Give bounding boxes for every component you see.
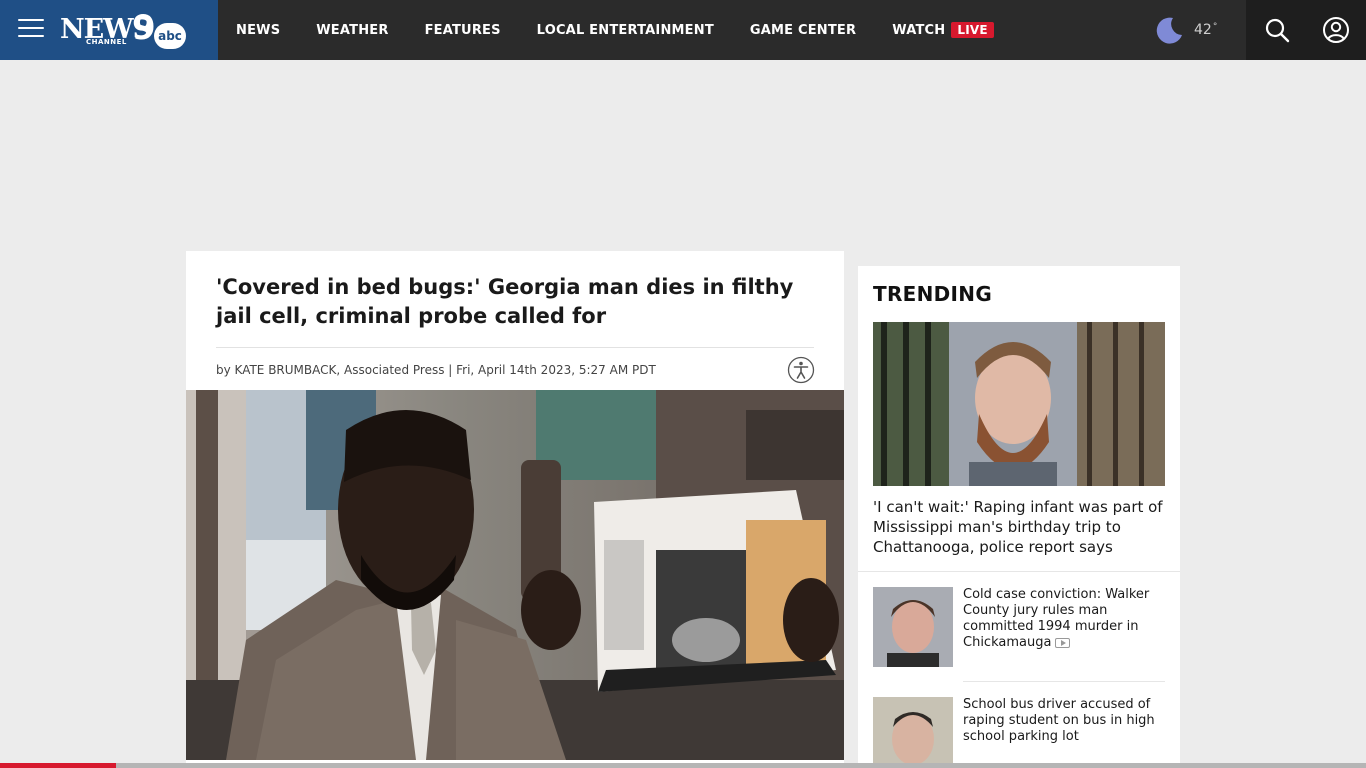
trending-main-image[interactable] xyxy=(873,322,1165,486)
nav-item-features[interactable]: FEATURES xyxy=(425,23,501,38)
temperature-value: 42 xyxy=(1194,22,1212,38)
reading-progress-bar xyxy=(0,763,1366,768)
weather-widget[interactable]: 42° xyxy=(1154,14,1217,46)
trending-main-headline[interactable]: 'I can't wait:' Raping infant was part o… xyxy=(873,497,1165,557)
article-hero-image xyxy=(186,390,844,760)
trending-item-photo xyxy=(873,587,953,667)
nav-item-local-entertainment[interactable]: LOCAL ENTERTAINMENT xyxy=(537,23,714,38)
trending-title: TRENDING xyxy=(873,282,993,306)
nav-item-news[interactable]: NEWS xyxy=(236,23,280,38)
hamburger-icon[interactable] xyxy=(18,19,44,41)
nav-item-watch[interactable]: WATCH LIVE xyxy=(892,22,994,38)
trending-item-thumbnail xyxy=(873,697,953,768)
main-nav: NEWS WEATHER FEATURES LOCAL ENTERTAINMEN… xyxy=(218,0,1012,60)
headline-divider xyxy=(216,347,814,348)
user-icon[interactable] xyxy=(1322,16,1350,44)
video-icon xyxy=(1055,637,1071,648)
temperature: 42° xyxy=(1194,22,1217,38)
moon-icon xyxy=(1156,17,1182,44)
nav-item-weather[interactable]: WEATHER xyxy=(316,23,388,38)
trending-item-thumbnail xyxy=(873,587,953,667)
search-icon[interactable] xyxy=(1264,17,1290,43)
nav-item-watch-label: WATCH xyxy=(892,22,946,38)
logo-channel-text: CHANNEL xyxy=(86,38,127,46)
trending-divider xyxy=(858,571,1180,572)
article-headline: 'Covered in bed bugs:' Georgia man dies … xyxy=(216,275,794,328)
accessibility-icon[interactable] xyxy=(787,356,815,384)
degree-symbol: ° xyxy=(1212,22,1218,32)
trending-item-title: School bus driver accused of raping stud… xyxy=(963,697,1155,744)
logo-network: abc xyxy=(154,23,186,49)
trending-main-photo xyxy=(873,322,1165,486)
nav-item-game-center[interactable]: GAME CENTER xyxy=(750,23,856,38)
article-byline: by KATE BRUMBACK, Associated Press | Fri… xyxy=(216,363,656,377)
reading-progress-fill xyxy=(0,763,117,768)
site-logo[interactable]: NEWS CHANNEL 9 abc xyxy=(60,10,190,50)
trending-item-divider xyxy=(963,681,1165,682)
trending-item-title: Cold case conviction: Walker County jury… xyxy=(963,587,1163,651)
trending-sidebar: TRENDING 'I can't wait:' Raping infant w… xyxy=(858,266,1180,768)
trending-item[interactable]: Cold case conviction: Walker County jury… xyxy=(873,587,1165,669)
logo-number: 9 xyxy=(132,8,156,48)
trending-item-photo xyxy=(873,697,953,768)
trending-item[interactable]: School bus driver accused of raping stud… xyxy=(873,697,1165,768)
live-badge: LIVE xyxy=(951,22,994,38)
hero-photo xyxy=(186,390,844,760)
article-card: 'Covered in bed bugs:' Georgia man dies … xyxy=(186,251,844,768)
